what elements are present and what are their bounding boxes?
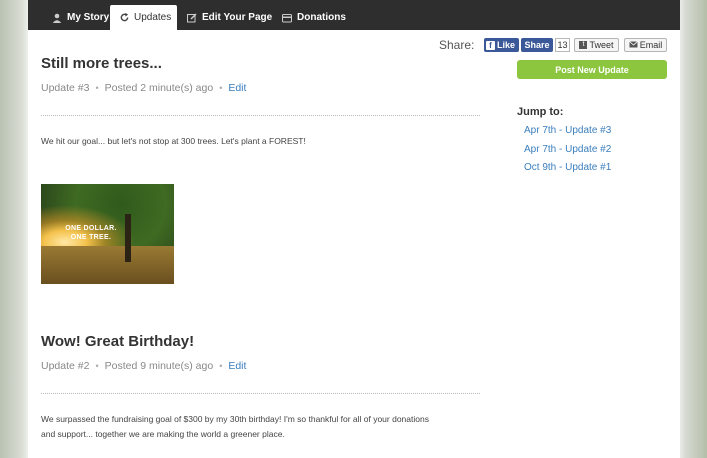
- image-caption: ONE DOLLAR. ONE TREE.: [41, 224, 141, 242]
- edit-link[interactable]: Edit: [228, 360, 246, 372]
- jump-to-title: Jump to:: [517, 106, 564, 118]
- update-number: Update #2: [41, 360, 90, 372]
- post-new-update-button[interactable]: Post New Update: [517, 60, 667, 79]
- image-ground: [41, 246, 174, 284]
- separator-dot: •: [95, 361, 99, 371]
- share-count: 13: [555, 38, 570, 52]
- main-content: Share: f Like Share 13 t Tweet Email Pos…: [28, 30, 680, 458]
- posted-time: Posted 9 minute(s) ago: [104, 360, 214, 372]
- jump-link-update-1[interactable]: Oct 9th - Update #1: [524, 162, 611, 173]
- update-meta: Update #3 • Posted 2 minute(s) ago • Edi…: [41, 82, 246, 94]
- twitter-icon: t: [579, 41, 588, 49]
- email-button[interactable]: Email: [624, 38, 667, 52]
- tab-label: Donations: [297, 12, 346, 23]
- update-image: ONE DOLLAR. ONE TREE.: [41, 184, 174, 284]
- person-icon: [52, 13, 62, 23]
- update-body: We surpassed the fundraising goal of $30…: [41, 412, 481, 442]
- divider: [41, 393, 480, 394]
- image-caption-line-1: ONE DOLLAR.: [65, 225, 117, 232]
- jump-link-update-3[interactable]: Apr 7th - Update #3: [524, 125, 611, 136]
- top-nav-bar: My Story Updates Edit Your Page Donation…: [28, 0, 680, 30]
- envelope-icon: [628, 40, 638, 50]
- tweet-button[interactable]: t Tweet: [574, 38, 619, 52]
- tab-my-story[interactable]: My Story: [50, 5, 111, 30]
- like-label: Like: [497, 40, 516, 50]
- update-title: Still more trees...: [41, 55, 162, 72]
- email-label: Email: [639, 40, 663, 50]
- share-button-label: Share: [524, 40, 550, 50]
- posted-time: Posted 2 minute(s) ago: [104, 82, 214, 94]
- update-body: We hit our goal... but let's not stop at…: [41, 136, 306, 146]
- tab-label: Edit Your Page: [202, 12, 273, 23]
- tab-donations[interactable]: Donations: [282, 5, 346, 30]
- tab-label: Updates: [134, 12, 172, 23]
- tab-updates[interactable]: Updates: [110, 5, 177, 30]
- separator-dot: •: [219, 361, 223, 371]
- edit-icon: [187, 12, 197, 23]
- separator-dot: •: [219, 83, 223, 93]
- tweet-label: Tweet: [589, 40, 614, 50]
- image-caption-line-2: ONE TREE.: [70, 234, 112, 241]
- jump-link-update-2[interactable]: Apr 7th - Update #2: [524, 144, 611, 155]
- update-body-line: We surpassed the fundraising goal of $30…: [41, 414, 429, 424]
- share-label: Share:: [439, 38, 475, 52]
- card-icon: [282, 13, 292, 23]
- facebook-icon: f: [486, 40, 495, 50]
- update-title: Wow! Great Birthday!: [41, 333, 195, 350]
- separator-dot: •: [95, 83, 99, 93]
- tab-edit-your-page[interactable]: Edit Your Page: [187, 5, 272, 30]
- divider: [41, 115, 480, 116]
- update-meta: Update #2 • Posted 9 minute(s) ago • Edi…: [41, 360, 246, 372]
- update-number: Update #3: [41, 82, 90, 94]
- tab-label: My Story: [67, 12, 110, 23]
- edit-link[interactable]: Edit: [228, 82, 246, 94]
- facebook-like-button[interactable]: f Like: [484, 38, 519, 52]
- refresh-icon: [120, 13, 129, 22]
- facebook-share-button[interactable]: Share: [521, 38, 553, 52]
- update-body-line: and support... together we are making th…: [41, 429, 285, 439]
